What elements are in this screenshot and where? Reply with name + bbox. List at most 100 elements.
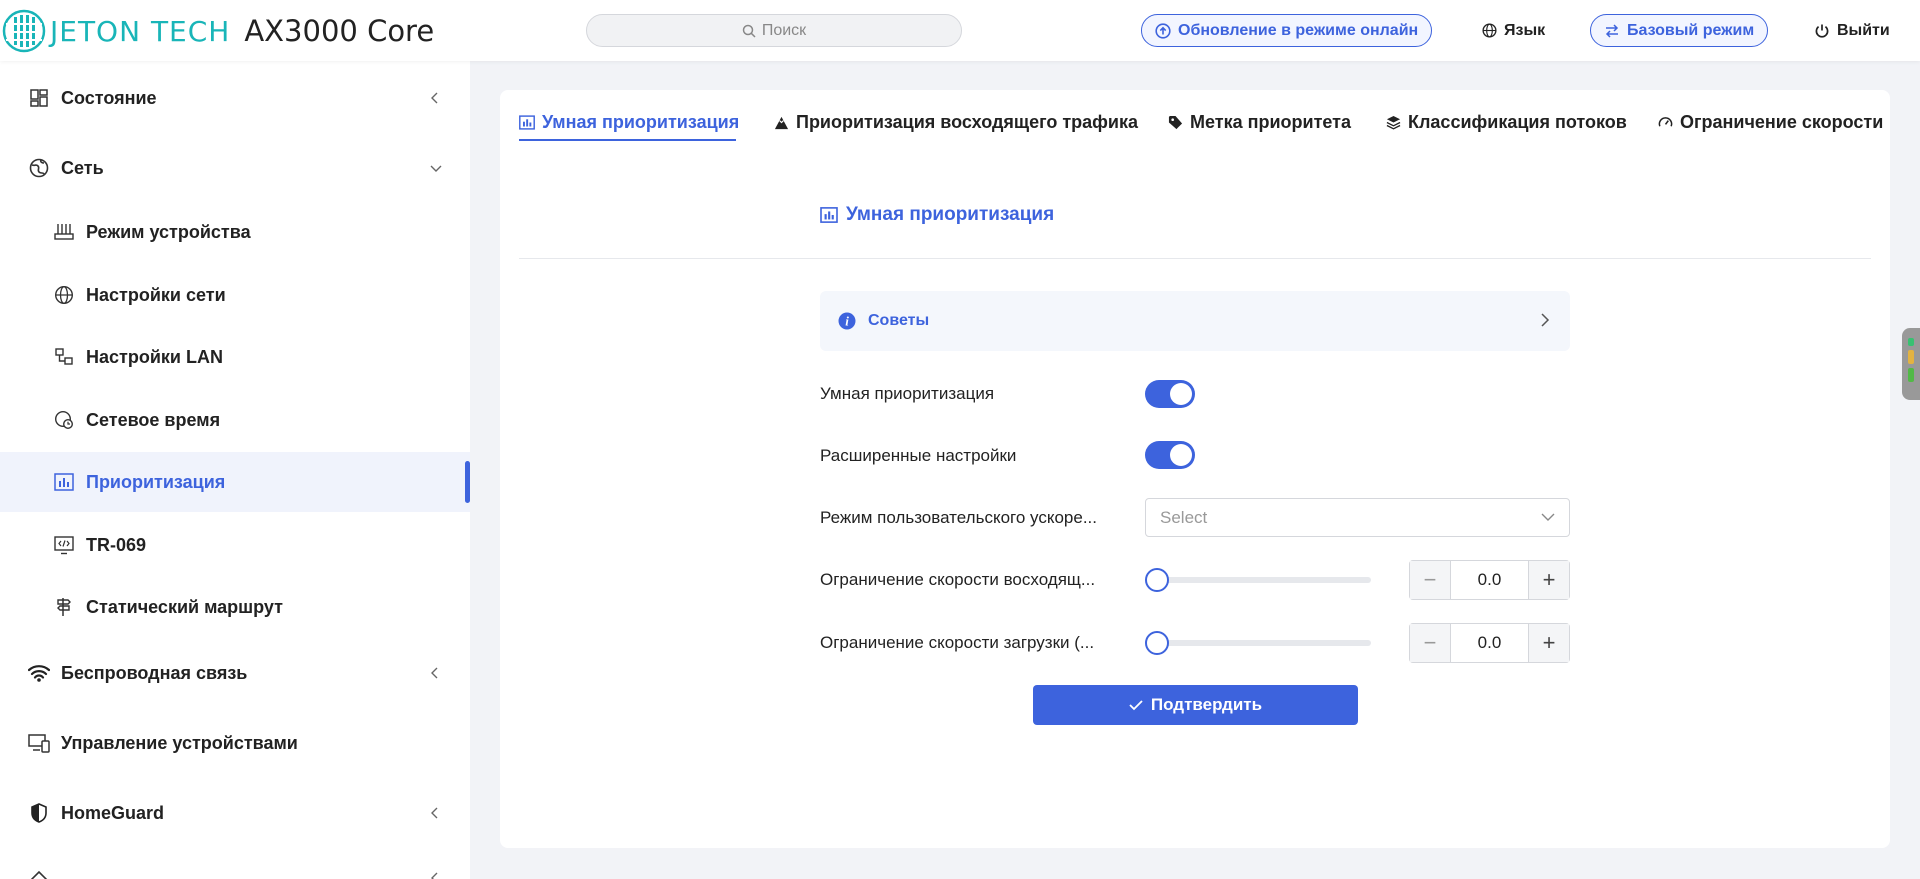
smart-qos-toggle[interactable] [1145, 380, 1195, 408]
download-limit-value[interactable]: 0.0 [1450, 624, 1529, 662]
decrement-button[interactable]: − [1410, 624, 1450, 662]
sidebar-item-status[interactable]: Состояние [0, 67, 470, 129]
sidebar-item-homeguard[interactable]: HomeGuard [0, 782, 470, 844]
confirm-label: Подтвердить [1150, 695, 1263, 714]
logout-button[interactable]: Выйти [1814, 14, 1890, 47]
wifi-icon [28, 662, 50, 684]
smart-qos-label: Умная приоритизация [820, 384, 995, 403]
advanced-settings-toggle[interactable] [1145, 441, 1195, 469]
basic-mode-button[interactable]: Базовый режим [1590, 14, 1769, 47]
layers-icon [1386, 115, 1401, 130]
active-tab-indicator [519, 139, 736, 141]
tips-panel[interactable]: i Советы [820, 291, 1570, 351]
sidebar-item-label: Настройки LAN [86, 346, 223, 367]
search-input[interactable]: Поиск [586, 14, 962, 47]
brand-logo[interactable]: JETON TECH AX3000 Core [0, 6, 434, 56]
upload-limit-slider[interactable] [1145, 567, 1371, 592]
sidebar-item-device-mode[interactable]: Режим устройства [0, 202, 470, 262]
code-monitor-icon [53, 534, 75, 556]
sidebar-item-label: Режим устройства [86, 221, 251, 242]
advanced-settings-label: Расширенные настройки [820, 446, 1017, 465]
sidebar-item-label: HomeGuard [61, 802, 165, 823]
slider-thumb[interactable] [1145, 631, 1169, 655]
tab-bar: Умная приоритизация Приоритизация восход… [500, 90, 1890, 142]
increment-button[interactable]: + [1529, 561, 1569, 599]
confirm-button[interactable]: Подтвердить [1033, 685, 1358, 725]
power-icon [1815, 24, 1829, 38]
tab-label: Приоритизация восходящего трафика [796, 111, 1139, 132]
sidebar-item-network-settings[interactable]: Настройки сети [0, 265, 470, 325]
sidebar-item-label: Управление устройствами [61, 732, 298, 753]
chevron-down-icon [1541, 513, 1555, 521]
online-update-button[interactable]: Обновление в режиме онлайн [1141, 14, 1433, 47]
bar-chart-icon [519, 114, 535, 130]
chevron-right-icon [1541, 313, 1550, 327]
sidebar-item-network-time[interactable]: Сетевое время [0, 390, 470, 450]
sidebar-item-qos[interactable]: Приоритизация [0, 452, 470, 512]
decrement-button[interactable]: − [1410, 561, 1450, 599]
handle-indicator [1908, 368, 1914, 382]
device-model: AX3000 Core [244, 14, 435, 48]
brand-logo-icon [0, 7, 48, 55]
info-icon: i [838, 312, 856, 330]
globe-icon [1482, 23, 1497, 38]
slider-thumb[interactable] [1145, 568, 1169, 592]
sidebar-item-lan-settings[interactable]: Настройки LAN [0, 327, 470, 387]
tab-flow-classification[interactable]: Классификация потоков [1386, 107, 1627, 137]
download-limit-slider[interactable] [1145, 630, 1371, 655]
mountain-icon [774, 116, 789, 129]
download-limit-label: Ограничение скорости загрузки (... [820, 633, 1095, 652]
tab-label: Ограничение скорости [1680, 111, 1884, 132]
sidebar-item-wireless[interactable]: Беспроводная связь [0, 642, 470, 704]
slider-track [1145, 640, 1371, 646]
tab-label: Метка приоритета [1190, 111, 1352, 132]
sidebar-item-tr069[interactable]: TR-069 [0, 515, 470, 575]
sidebar-item-label: Приоритизация [86, 471, 226, 492]
dashboard-icon [28, 87, 50, 109]
increment-button[interactable]: + [1529, 624, 1569, 662]
globe-clock-icon [53, 409, 75, 431]
sidebar-item-device-management[interactable]: Управление устройствами [0, 712, 470, 774]
tab-label: Классификация потоков [1408, 111, 1627, 132]
check-icon [1129, 700, 1143, 711]
sidebar-item-label: TR-069 [86, 534, 147, 555]
search-icon [742, 24, 756, 38]
custom-mode-label: Режим пользовательского ускоре... [820, 508, 1097, 527]
select-placeholder: Select [1160, 507, 1208, 527]
signpost-icon [53, 596, 75, 618]
logout-label: Выйти [1837, 21, 1890, 39]
main-card: Умная приоритизация Приоритизация восход… [500, 90, 1890, 848]
sidebar-item-network[interactable]: Сеть [0, 137, 470, 199]
language-button[interactable]: Язык [1482, 14, 1545, 47]
speedometer-icon [1658, 116, 1673, 127]
sidebar-item-label: Состояние [61, 87, 157, 108]
sidebar-item-label: Настройки сети [86, 284, 226, 305]
basic-mode-label: Базовый режим [1627, 21, 1755, 39]
section-title: Умная приоритизация [820, 204, 1054, 226]
bar-chart-icon [53, 471, 75, 493]
slider-track [1145, 577, 1371, 583]
tab-speed-limit[interactable]: Ограничение скорости [1658, 107, 1883, 137]
sidebar-item-label: Беспроводная связь [61, 662, 248, 683]
chevron-down-icon [430, 165, 442, 172]
side-panel-handle[interactable] [1902, 328, 1920, 400]
upload-limit-label: Ограничение скорости восходящ... [820, 570, 1096, 589]
upload-limit-value[interactable]: 0.0 [1450, 561, 1529, 599]
tab-smart-qos[interactable]: Умная приоритизация [519, 107, 739, 137]
download-limit-stepper: − 0.0 + [1409, 623, 1570, 663]
tips-label: Советы [868, 312, 930, 329]
sidebar-item-partial[interactable] [0, 847, 470, 879]
sidebar-item-static-route[interactable]: Статический маршрут [0, 577, 470, 637]
tab-uplink-priority[interactable]: Приоритизация восходящего трафика [774, 107, 1138, 137]
upload-limit-stepper: − 0.0 + [1409, 560, 1570, 600]
upload-circle-icon [1155, 22, 1171, 39]
network-globe-icon [28, 157, 50, 179]
chevron-left-icon [431, 872, 438, 879]
section-divider [519, 258, 1871, 259]
section-title-text: Умная приоритизация [846, 204, 1055, 225]
custom-mode-select[interactable]: Select [1145, 498, 1570, 537]
devices-icon [28, 732, 50, 754]
sidebar-item-label: Сеть [61, 157, 104, 178]
tab-priority-tag[interactable]: Метка приоритета [1168, 107, 1351, 137]
globe-grid-icon [53, 284, 75, 306]
